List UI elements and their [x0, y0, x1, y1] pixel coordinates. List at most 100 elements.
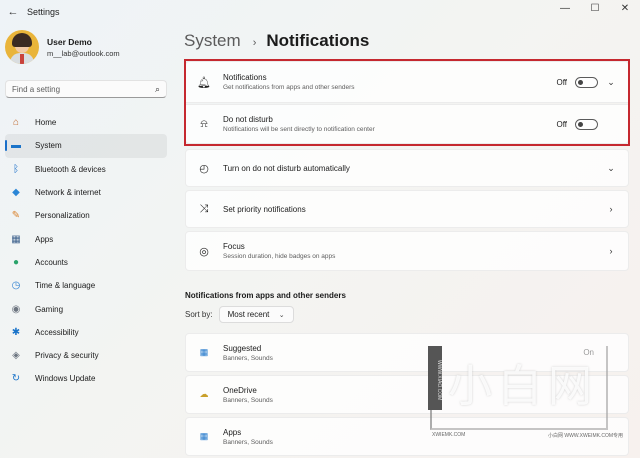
app-notification-apps[interactable]: ▦ Apps Banners, Sounds — [185, 417, 629, 456]
app-name: OneDrive — [223, 385, 257, 395]
back-arrow-icon[interactable]: ← — [3, 6, 23, 18]
priority-icon: ⤨ — [199, 202, 209, 215]
sort-dropdown[interactable]: Most recent ⌄ — [218, 306, 294, 323]
sidebar-item-label: Personalization — [35, 211, 90, 221]
breadcrumb: System › Notifications — [184, 31, 369, 51]
dnd-toggle[interactable] — [575, 118, 598, 130]
notifications-subtitle: Get notifications from apps and other se… — [223, 84, 355, 91]
search-input[interactable]: Find a setting ⌕ — [5, 80, 167, 98]
focus-setting[interactable]: ◎ Focus Session duration, hide badges on… — [185, 231, 629, 271]
sort-value: Most recent — [227, 310, 270, 319]
accounts-icon: ● — [12, 256, 20, 268]
sidebar-item-apps[interactable]: ▦ Apps — [5, 227, 167, 250]
sidebar-item-home[interactable]: ⌂ Home — [5, 111, 167, 134]
clock-icon: ◴ — [199, 162, 209, 175]
title-bar: ← Settings — ☐ ✕ — [0, 0, 640, 24]
user-name: User Demo — [47, 36, 92, 47]
dnd-subtitle: Notifications will be sent directly to n… — [223, 126, 375, 133]
priority-setting[interactable]: ⤨ Set priority notifications › — [185, 190, 629, 228]
priority-title: Set priority notifications — [223, 204, 306, 214]
sidebar-item-label: Gaming — [35, 304, 64, 314]
sidebar-item-bluetooth-devices[interactable]: ᛒ Bluetooth & devices — [5, 158, 167, 181]
apps-icon: ▦ — [11, 233, 21, 245]
sidebar-item-label: Accessibility — [35, 327, 79, 337]
sidebar-item-label: System — [35, 141, 62, 151]
sidebar-item-label: Privacy & security — [35, 351, 99, 361]
minimize-button[interactable]: — — [550, 0, 580, 20]
apps-icon: ▦ — [199, 431, 209, 441]
search-icon: ⌕ — [154, 83, 160, 94]
window-controls: — ☐ ✕ — [550, 0, 640, 20]
maximize-button[interactable]: ☐ — [580, 0, 610, 20]
app-title: Settings — [27, 7, 60, 17]
notifications-setting[interactable]: 🔔︎ Notifications Get notifications from … — [185, 61, 629, 103]
chevron-right-icon[interactable]: › — [606, 204, 616, 214]
search-placeholder: Find a setting — [12, 84, 61, 94]
sidebar-item-windows-update[interactable]: ↻ Windows Update — [5, 367, 167, 390]
focus-title: Focus — [223, 242, 245, 251]
update-icon: ↻ — [11, 373, 21, 385]
shield-icon: ◈ — [12, 350, 20, 362]
sidebar-item-accounts[interactable]: ● Accounts — [5, 251, 167, 274]
sidebar-item-label: Apps — [35, 234, 54, 244]
app-notification-onedrive[interactable]: ☁ OneDrive Banners, Sounds — [185, 375, 629, 414]
auto-dnd-setting[interactable]: ◴ Turn on do not disturb automatically ⌄ — [185, 149, 629, 187]
sidebar-item-privacy-security[interactable]: ◈ Privacy & security — [5, 344, 167, 367]
user-email: m__lab@outlook.com — [47, 48, 120, 58]
auto-dnd-title: Turn on do not disturb automatically — [223, 163, 350, 173]
apps-section-title: Notifications from apps and other sender… — [185, 291, 346, 300]
sidebar-item-personalization[interactable]: ✎ Personalization — [5, 204, 167, 227]
wifi-icon: ◆ — [12, 187, 20, 199]
chevron-down-icon: ⌄ — [278, 311, 285, 319]
app-name: Suggested — [223, 343, 262, 353]
home-icon: ⌂ — [12, 117, 20, 129]
app-detail: Banners, Sounds — [223, 438, 273, 446]
sidebar-nav: ⌂ Home ▬ System ᛒ Bluetooth & devices ◆ Network… — [5, 111, 167, 391]
sidebar-item-time-language[interactable]: ◷ Time & language — [5, 274, 167, 297]
onedrive-icon: ☁ — [199, 389, 209, 399]
accessibility-icon: ✱ — [11, 326, 21, 338]
dnd-state: Off — [556, 119, 567, 129]
app-detail: Banners, Sounds — [223, 354, 273, 362]
chevron-right-icon[interactable]: › — [606, 246, 616, 256]
system-icon: ▬ — [11, 140, 21, 152]
bell-snooze-icon: ⍾ — [200, 117, 208, 130]
app-state: On — [583, 348, 594, 357]
notifications-title: Notifications — [223, 73, 267, 82]
sidebar-item-label: Home — [35, 118, 57, 128]
notifications-state: Off — [556, 77, 567, 87]
dnd-setting[interactable]: ⍾ Do not disturb Notifications will be s… — [185, 104, 629, 144]
dnd-title: Do not disturb — [223, 115, 273, 124]
sidebar-item-label: Bluetooth & devices — [35, 164, 106, 174]
bell-icon: 🔔︎ — [197, 76, 211, 89]
sidebar-item-accessibility[interactable]: ✱ Accessibility — [5, 321, 167, 344]
app-notification-suggested[interactable]: ▦ Suggested Banners, Sounds On — [185, 333, 629, 372]
sort-label: Sort by: — [185, 310, 213, 319]
sidebar-item-label: Network & internet — [35, 188, 101, 198]
breadcrumb-separator-icon: › — [252, 37, 257, 49]
close-button[interactable]: ✕ — [610, 0, 640, 20]
bluetooth-icon: ᛒ — [13, 163, 19, 175]
sort-row: Sort by: Most recent ⌄ — [185, 306, 294, 323]
sidebar-item-label: Accounts — [35, 257, 68, 267]
sidebar-item-network-internet[interactable]: ◆ Network & internet — [5, 181, 167, 204]
sidebar-item-gaming[interactable]: ◉ Gaming — [5, 297, 167, 320]
app-detail: Banners, Sounds — [223, 396, 273, 404]
gaming-icon: ◉ — [11, 303, 21, 315]
breadcrumb-parent[interactable]: System — [184, 31, 241, 51]
sidebar-item-label: Windows Update — [35, 374, 96, 384]
time-language-icon: ◷ — [11, 280, 21, 292]
app-name: Apps — [223, 427, 242, 437]
focus-icon: ◎ — [199, 245, 209, 258]
chevron-down-icon[interactable]: ⌄ — [606, 77, 616, 88]
user-info: User Demo m__lab@outlook.com — [47, 37, 120, 58]
sidebar-item-system[interactable]: ▬ System — [5, 134, 167, 158]
page-title: Notifications — [266, 31, 370, 50]
focus-subtitle: Session duration, hide badges on apps — [223, 253, 336, 260]
suggested-icon: ▦ — [199, 347, 209, 357]
user-profile[interactable]: User Demo m__lab@outlook.com — [5, 30, 120, 64]
avatar — [5, 30, 39, 64]
chevron-down-icon[interactable]: ⌄ — [606, 163, 616, 174]
notifications-toggle[interactable] — [575, 76, 598, 88]
sidebar-item-label: Time & language — [35, 281, 96, 291]
